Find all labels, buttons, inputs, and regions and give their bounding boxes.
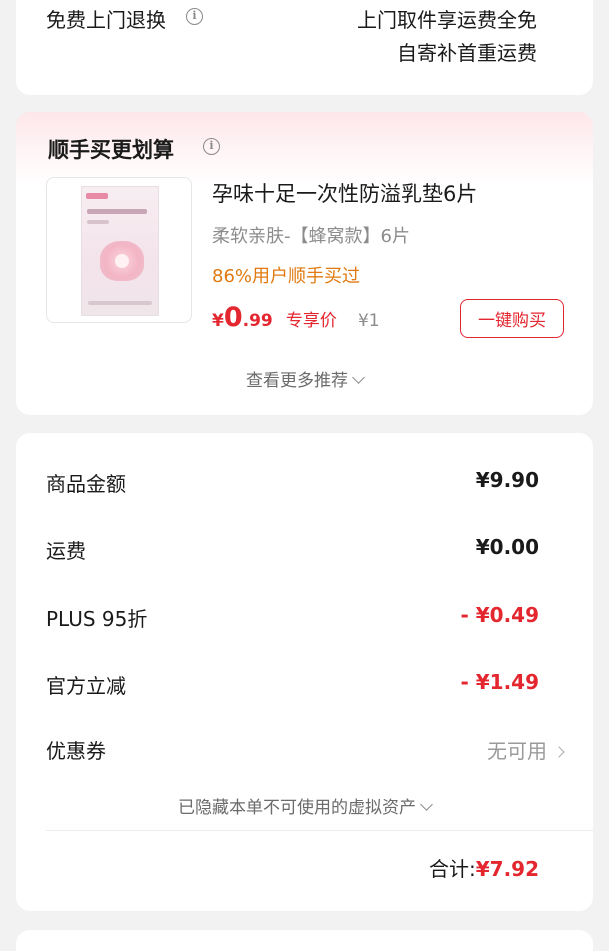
addon-card: 顺手买更划算 i 孕味十足一次性防溢乳垫6片 柔软亲肤-【蜂窝款】6片 86%用… bbox=[16, 112, 593, 415]
product-package-image bbox=[81, 186, 159, 316]
total-amount: ¥7.92 bbox=[475, 857, 539, 881]
summary-label: 官方立减 bbox=[46, 674, 126, 698]
summary-label: PLUS 95折 bbox=[46, 607, 148, 631]
order-summary-card: 商品金额 ¥9.90 运费 ¥0.00 PLUS 95折 - ¥0.49 官方立… bbox=[16, 433, 593, 911]
return-service-label: 免费上门退换 bbox=[46, 8, 166, 32]
return-desc-line2: 自寄补首重运费 bbox=[397, 41, 537, 65]
addon-title: 顺手买更划算 bbox=[48, 138, 174, 162]
return-desc-line1: 上门取件享运费全免 bbox=[357, 8, 537, 32]
original-price: ¥1 bbox=[357, 311, 380, 331]
total-label: 合计: bbox=[428, 857, 476, 881]
return-service-description: 上门取件享运费全免 自寄补首重运费 bbox=[357, 4, 537, 70]
divider bbox=[46, 830, 593, 831]
summary-label: 商品金额 bbox=[46, 472, 126, 496]
hidden-assets-toggle[interactable]: 已隐藏本单不可使用的虚拟资产 bbox=[16, 793, 593, 818]
coupon-value[interactable]: 无可用 bbox=[487, 735, 565, 764]
chevron-down-icon bbox=[352, 371, 365, 384]
product-name[interactable]: 孕味十足一次性防溢乳垫6片 bbox=[212, 178, 477, 208]
return-service-card: 免费上门退换 i 上门取件享运费全免 自寄补首重运费 bbox=[16, 0, 593, 95]
product-thumbnail[interactable] bbox=[46, 177, 192, 323]
summary-value: - ¥0.49 bbox=[460, 603, 539, 627]
chevron-right-icon bbox=[553, 746, 565, 758]
chevron-down-icon bbox=[420, 798, 433, 811]
hidden-assets-label: 已隐藏本单不可使用的虚拟资产 bbox=[178, 798, 416, 818]
one-click-buy-button[interactable]: 一键购买 bbox=[460, 299, 564, 338]
product-price: ¥0.99 专享价 ¥1 bbox=[212, 302, 380, 333]
price-integer: 0 bbox=[223, 302, 243, 333]
price-decimal: .99 bbox=[242, 311, 273, 331]
summary-value: - ¥1.49 bbox=[460, 670, 539, 694]
more-recommendations-label: 查看更多推荐 bbox=[246, 371, 348, 391]
order-total: 合计:¥7.92 bbox=[429, 853, 539, 882]
coupon-status: 无可用 bbox=[487, 739, 547, 763]
info-icon[interactable]: i bbox=[186, 8, 203, 25]
price-currency: ¥ bbox=[212, 311, 224, 331]
next-card bbox=[16, 930, 593, 951]
summary-value: ¥0.00 bbox=[475, 535, 539, 559]
product-purchase-stat: 86%用户顺手买过 bbox=[212, 266, 361, 287]
product-spec: 柔软亲肤-【蜂窝款】6片 bbox=[212, 226, 410, 247]
price-tag: 专享价 bbox=[285, 311, 337, 331]
summary-label: 运费 bbox=[46, 539, 86, 563]
more-recommendations-link[interactable]: 查看更多推荐 bbox=[16, 366, 593, 391]
summary-label: 优惠券 bbox=[46, 739, 106, 763]
info-icon[interactable]: i bbox=[203, 138, 220, 155]
summary-value: ¥9.90 bbox=[475, 468, 539, 492]
